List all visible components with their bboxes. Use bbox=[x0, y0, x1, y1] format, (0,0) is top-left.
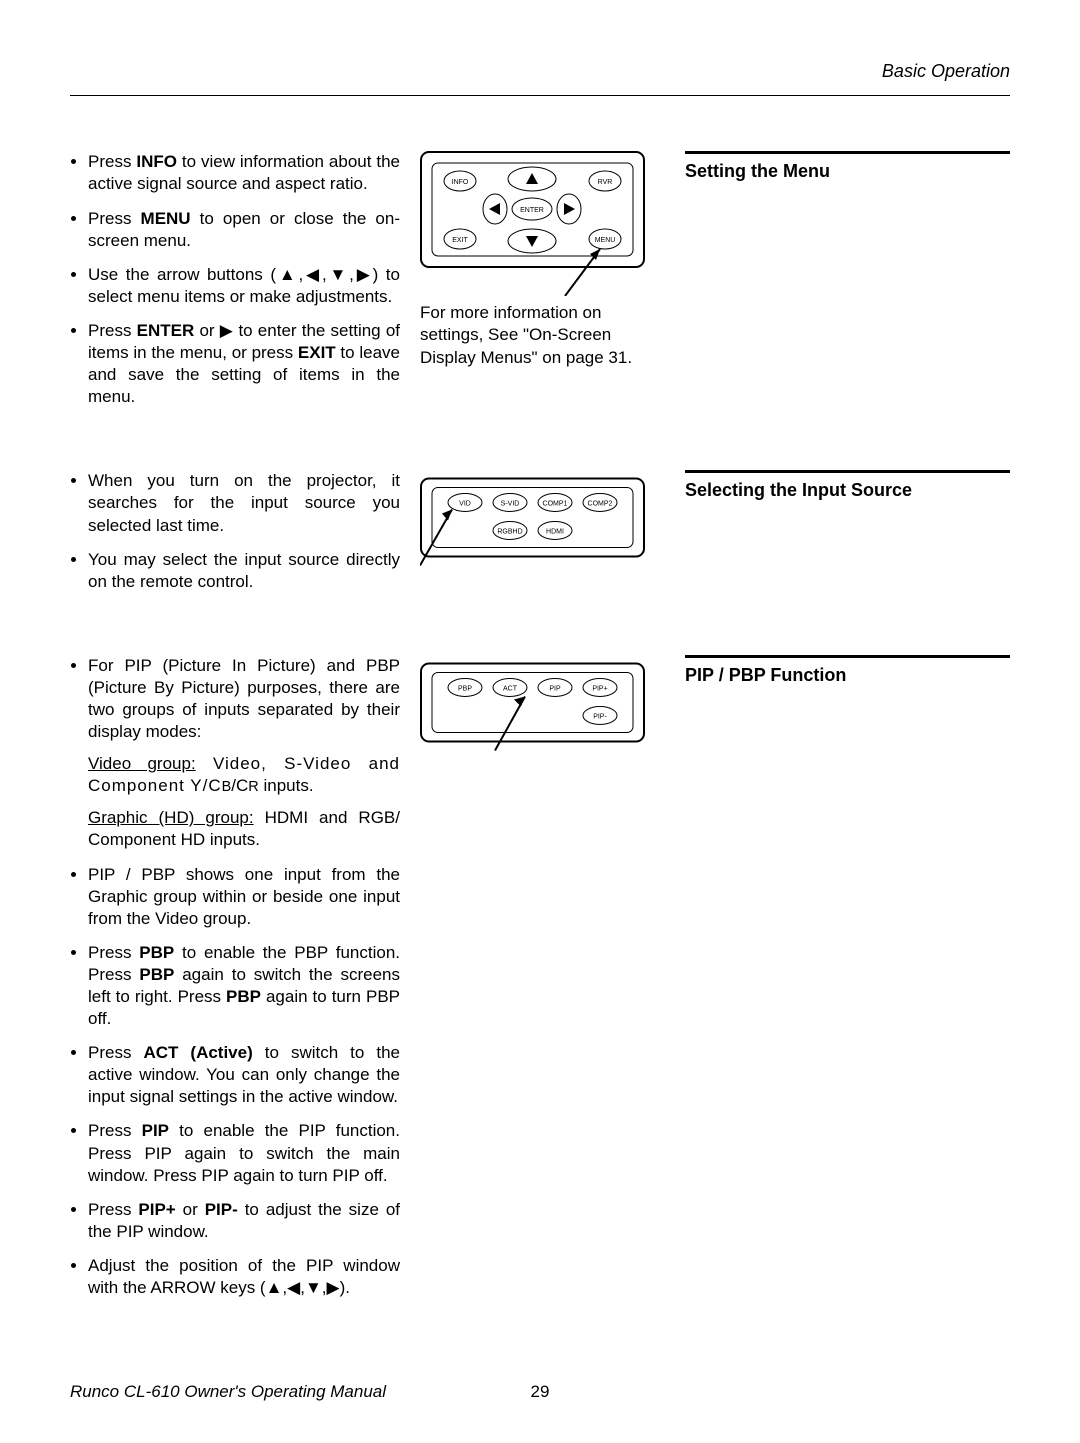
svg-text:ENTER: ENTER bbox=[520, 207, 544, 214]
section-heading: Selecting the Input Source bbox=[685, 479, 1010, 502]
svg-text:S-VID: S-VID bbox=[501, 501, 520, 508]
remote-diagram-2: VID S-VID COMP1 COMP2 RGBHD HDMI bbox=[420, 470, 645, 575]
bullet-menu: Press MENU to open or close the on-scree… bbox=[88, 208, 400, 252]
svg-text:PBP: PBP bbox=[458, 685, 472, 692]
bullet-enter-exit: Press ENTER or ▶ to enter the setting of… bbox=[88, 320, 400, 408]
remote-diagram-3: PBP ACT PIP PIP+ PIP- bbox=[420, 655, 645, 760]
bullet: You may select the input source directly… bbox=[88, 549, 400, 593]
svg-text:VID: VID bbox=[459, 501, 471, 508]
section-rule bbox=[685, 470, 1010, 473]
svg-text:ACT: ACT bbox=[503, 685, 518, 692]
bullet-arrows: Use the arrow buttons (▲,◀,▼,▶) to selec… bbox=[88, 264, 400, 308]
diagram-caption: For more information on settings, See "O… bbox=[420, 302, 665, 368]
section-pip-pbp: For PIP (Picture In Picture) and PBP (Pi… bbox=[70, 655, 1010, 1311]
page-header: Basic Operation bbox=[70, 60, 1010, 83]
bullet: PIP / PBP shows one input from the Graph… bbox=[88, 864, 400, 930]
bullet-info: Press INFO to view information about the… bbox=[88, 151, 400, 195]
bullet: Press PIP+ or PIP- to adjust the size of… bbox=[88, 1199, 400, 1243]
bullet: Adjust the position of the PIP window wi… bbox=[88, 1255, 400, 1299]
section-heading: Setting the Menu bbox=[685, 160, 1010, 183]
bullet: Press ACT (Active) to switch to the acti… bbox=[88, 1042, 400, 1108]
bullet: For PIP (Picture In Picture) and PBP (Pi… bbox=[88, 655, 400, 852]
bullet: Press PBP to enable the PBP function. Pr… bbox=[88, 942, 400, 1030]
bullets-col: Press INFO to view information about the… bbox=[70, 151, 400, 420]
svg-text:HDMI: HDMI bbox=[546, 529, 564, 536]
bullet: Press PIP to enable the PIP function. Pr… bbox=[88, 1120, 400, 1186]
svg-text:PIP+: PIP+ bbox=[592, 685, 607, 692]
page-number: 29 bbox=[531, 1381, 550, 1403]
svg-text:COMP1: COMP1 bbox=[543, 501, 568, 508]
section-heading: PIP / PBP Function bbox=[685, 664, 1010, 687]
section-input-source: When you turn on the projector, it searc… bbox=[70, 470, 1010, 604]
svg-text:RVR: RVR bbox=[598, 179, 613, 186]
bullet: When you turn on the projector, it searc… bbox=[88, 470, 400, 536]
header-rule bbox=[70, 95, 1010, 96]
section-rule bbox=[685, 151, 1010, 154]
section-setting-menu: Press INFO to view information about the… bbox=[70, 151, 1010, 420]
svg-text:COMP2: COMP2 bbox=[588, 501, 613, 508]
footer-manual-title: Runco CL-610 Owner's Operating Manual bbox=[70, 1381, 386, 1403]
svg-text:PIP-: PIP- bbox=[593, 713, 607, 720]
svg-text:PIP: PIP bbox=[549, 685, 561, 692]
diagram-col: INFO RVR EXIT MENU ENTER bbox=[420, 151, 665, 420]
svg-text:EXIT: EXIT bbox=[452, 237, 468, 244]
svg-text:INFO: INFO bbox=[452, 179, 469, 186]
section-rule bbox=[685, 655, 1010, 658]
svg-text:RGBHD: RGBHD bbox=[497, 529, 522, 536]
page-footer: Runco CL-610 Owner's Operating Manual 29 bbox=[70, 1381, 1010, 1403]
svg-text:MENU: MENU bbox=[595, 237, 616, 244]
remote-diagram-1: INFO RVR EXIT MENU ENTER bbox=[420, 151, 645, 296]
